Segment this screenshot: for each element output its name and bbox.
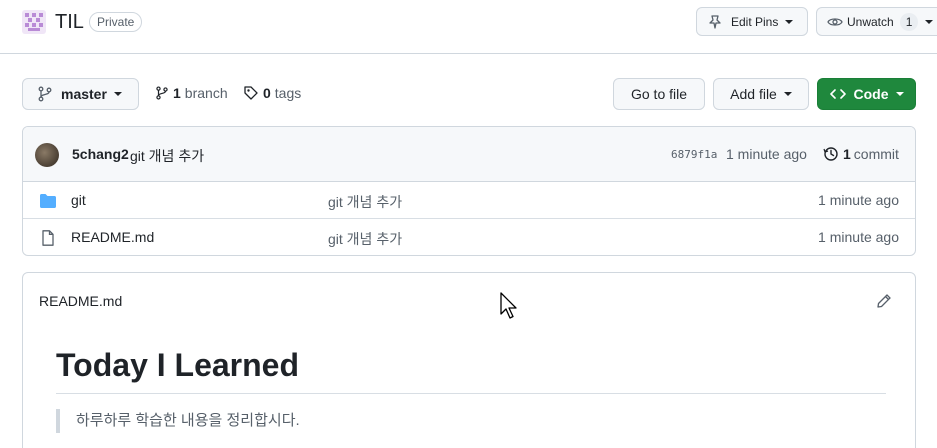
commit-message[interactable]: git 개념 추가 (130, 146, 204, 166)
add-file-label: Add file (730, 86, 777, 102)
watch-count: 1 (899, 12, 919, 31)
unwatch-button[interactable]: Unwatch 1 (816, 7, 937, 36)
readme-panel: README.md Today I Learned 하루하루 학습한 내용을 정… (22, 272, 916, 448)
chevron-down-icon (785, 19, 794, 24)
avatar[interactable] (35, 143, 59, 167)
git-branch-icon (38, 86, 52, 102)
edit-pins-button[interactable]: Edit Pins (696, 7, 808, 36)
eye-icon (827, 17, 843, 26)
file-list: 5chang2 git 개념 추가 6879f1a 1 minute ago 1… (22, 126, 916, 256)
add-file-button[interactable]: Add file (713, 78, 809, 110)
history-icon (823, 147, 838, 161)
chevron-down-icon (925, 19, 934, 24)
go-to-file-button[interactable]: Go to file (613, 78, 705, 110)
tag-icon (244, 86, 258, 100)
commit-history-link[interactable]: 1 commit (823, 146, 899, 162)
code-icon (829, 89, 846, 99)
readme-heading: Today I Learned (56, 345, 886, 394)
tag-count-label: tags (274, 85, 302, 101)
chevron-down-icon (113, 92, 122, 96)
commit-sha[interactable]: 6879f1a (671, 148, 717, 161)
repo-name[interactable]: TIL (55, 10, 84, 34)
branches-link[interactable]: 1 branch (155, 85, 228, 101)
branch-count: 1 (173, 85, 181, 101)
unwatch-label: Unwatch (847, 14, 894, 29)
visibility-badge: Private (89, 12, 143, 32)
go-to-file-label: Go to file (630, 86, 688, 102)
mouse-cursor (500, 292, 517, 319)
file-time: 1 minute ago (818, 229, 899, 245)
chevron-down-icon (895, 92, 904, 96)
git-branch-icon (156, 86, 168, 100)
chevron-down-icon (783, 92, 792, 96)
code-label: Code (853, 86, 889, 102)
repo-header: TIL Private Edit Pins Unwatch 1 (0, 0, 937, 54)
edit-pins-label: Edit Pins (731, 14, 779, 29)
repo-identicon-icon (22, 10, 46, 34)
file-row[interactable]: git git 개념 추가 1 minute ago (23, 182, 915, 219)
file-name[interactable]: git (71, 192, 86, 208)
branch-name: master (61, 86, 107, 102)
branch-select-button[interactable]: master (22, 78, 139, 110)
tags-link[interactable]: 0 tags (243, 85, 301, 101)
pencil-icon[interactable] (876, 293, 892, 309)
tag-count: 0 (263, 85, 271, 101)
commit-author[interactable]: 5chang2 (72, 146, 129, 162)
file-icon (42, 230, 54, 246)
readme-blockquote: 하루하루 학습한 내용을 정리합시다. (56, 409, 300, 433)
commit-count: 1 (843, 146, 851, 162)
latest-commit-row: 5chang2 git 개념 추가 6879f1a 1 minute ago 1… (23, 127, 915, 182)
file-commit-message[interactable]: git 개념 추가 (328, 192, 402, 212)
code-button[interactable]: Code (817, 78, 916, 110)
branch-count-label: branch (184, 85, 228, 101)
readme-filename[interactable]: README.md (39, 293, 122, 309)
commit-count-label: commit (853, 146, 899, 162)
file-time: 1 minute ago (818, 192, 899, 208)
file-name[interactable]: README.md (71, 229, 154, 245)
commit-time: 1 minute ago (726, 146, 807, 162)
file-commit-message[interactable]: git 개념 추가 (328, 229, 402, 249)
folder-icon (40, 194, 56, 208)
pin-icon (709, 14, 721, 29)
file-row[interactable]: README.md git 개념 추가 1 minute ago (23, 219, 915, 255)
